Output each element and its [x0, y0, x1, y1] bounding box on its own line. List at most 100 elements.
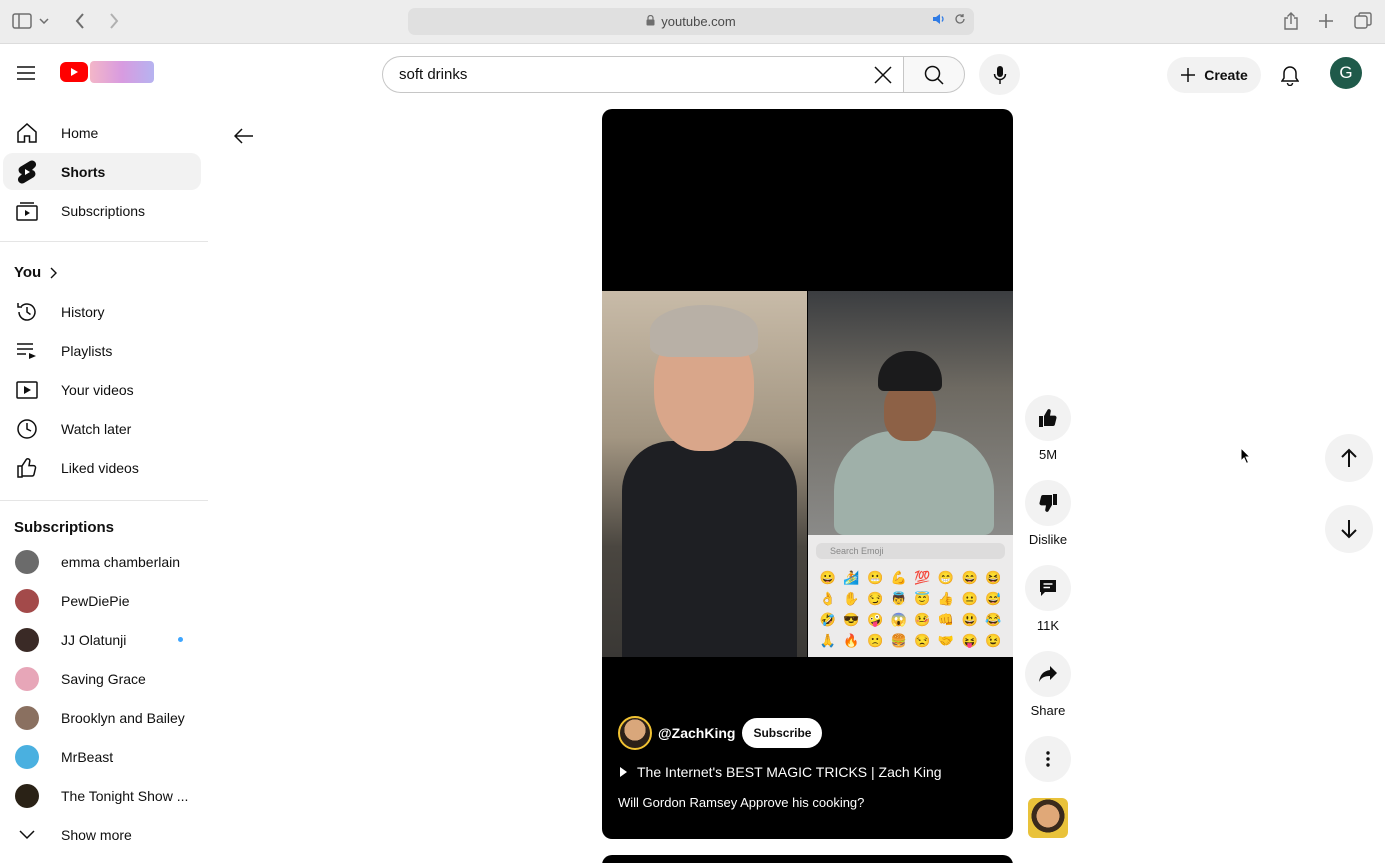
emoji-key: ✋	[843, 591, 860, 606]
voice-search-button[interactable]	[979, 54, 1020, 95]
emoji-key: 😎	[843, 612, 860, 627]
address-bar[interactable]: youtube.com	[408, 8, 974, 35]
dislike-button[interactable]	[1025, 480, 1071, 526]
back-icon[interactable]	[66, 8, 94, 34]
sidebar-item-history[interactable]: History	[3, 293, 201, 330]
more-options-button[interactable]	[1025, 736, 1071, 782]
create-button[interactable]: Create	[1167, 57, 1261, 93]
channel-name[interactable]: @ZachKing	[658, 725, 735, 741]
subscription-label: emma chamberlain	[61, 553, 181, 570]
sidebar-subscription-item[interactable]: MrBeast	[3, 738, 201, 775]
sidebar-subscription-item[interactable]: Saving Grace	[3, 660, 201, 697]
subscribe-button[interactable]: Subscribe	[742, 718, 823, 748]
sidebar-item-watch-later[interactable]: Watch later	[3, 410, 201, 447]
sound-channel-thumbnail[interactable]	[1028, 798, 1068, 838]
sidebar-subscription-item[interactable]: The Tonight Show ...	[3, 777, 201, 814]
sidebar-divider	[0, 241, 208, 242]
account-avatar[interactable]: G	[1330, 57, 1362, 89]
share-label: Share	[1030, 703, 1066, 718]
chevron-down-icon[interactable]	[34, 8, 54, 34]
chevron-down-icon	[15, 823, 39, 847]
share-button[interactable]	[1025, 651, 1071, 697]
channel-avatar[interactable]	[618, 716, 652, 750]
emoji-key: 😂	[985, 612, 1002, 627]
youtube-play-logo-icon	[60, 62, 88, 82]
emoji-key: 😆	[985, 570, 1002, 585]
sidebar-item-subscriptions[interactable]: Subscriptions	[3, 192, 201, 229]
emoji-key: 😐	[961, 591, 978, 606]
dislike-label: Dislike	[1028, 532, 1068, 547]
thumbs-up-icon	[1039, 409, 1057, 427]
emoji-key: 😅	[985, 591, 1002, 606]
show-more-label: Show more	[61, 826, 132, 843]
emoji-key: 😉	[985, 633, 1002, 648]
comment-icon	[1040, 580, 1056, 596]
emoji-key: 😁	[937, 570, 955, 585]
comments-button[interactable]	[1025, 565, 1071, 611]
emoji-key: 🏄	[843, 570, 860, 585]
reload-icon[interactable]	[954, 13, 966, 28]
next-short-button[interactable]	[1325, 505, 1373, 553]
sidebar-item-home[interactable]: Home	[3, 114, 201, 151]
notifications-bell-icon[interactable]	[1272, 57, 1308, 93]
previous-short-button[interactable]	[1325, 434, 1373, 482]
search-icon	[924, 65, 944, 85]
menu-icon[interactable]	[10, 57, 42, 89]
sidebar-item-liked-videos[interactable]: Liked videos	[3, 449, 201, 486]
search-input[interactable]: soft drinks	[382, 56, 904, 93]
channel-row: @ZachKing Subscribe	[618, 716, 823, 750]
sidebar-item-your-videos[interactable]: Your videos	[3, 371, 201, 408]
tabs-overview-icon[interactable]	[1349, 8, 1377, 34]
emoji-key: 😬	[866, 570, 884, 585]
sidebar-subscription-item[interactable]: Brooklyn and Bailey	[3, 699, 201, 736]
plus-icon	[1181, 68, 1196, 82]
back-arrow-icon[interactable]	[232, 124, 256, 148]
new-tab-icon[interactable]	[1312, 8, 1340, 34]
sidebar-item-shorts[interactable]: Shorts	[3, 153, 201, 190]
channel-avatar	[15, 588, 39, 613]
search-button[interactable]	[903, 56, 965, 93]
mouse-cursor-icon	[1240, 446, 1252, 470]
sidebar-subscription-item[interactable]: JJ Olatunji	[3, 621, 201, 658]
playlist-link[interactable]: The Internet's BEST MAGIC TRICKS | Zach …	[620, 764, 942, 780]
you-section-title: You	[14, 264, 42, 281]
youtube-logo[interactable]	[60, 61, 154, 83]
subscription-label: MrBeast	[61, 748, 114, 765]
emoji-key: 💪	[890, 570, 907, 585]
share-icon[interactable]	[1277, 8, 1305, 34]
sidebar-item-label: Your videos	[61, 381, 134, 398]
sidebar-item-label: Playlists	[61, 342, 113, 359]
emoji-key: 😏	[866, 591, 884, 606]
emoji-key: 🤪	[866, 612, 884, 627]
play-triangle-icon	[620, 767, 627, 777]
lock-icon	[646, 14, 655, 29]
channel-avatar	[15, 705, 39, 730]
like-button[interactable]	[1025, 395, 1071, 441]
sidebar-subscription-item[interactable]: emma chamberlain	[3, 543, 201, 580]
emoji-key: 😇	[914, 591, 931, 606]
sidebar-toggle-icon[interactable]	[8, 8, 36, 34]
show-more-button[interactable]: Show more	[3, 816, 201, 853]
you-section-link[interactable]: You	[14, 264, 58, 281]
clear-search-icon[interactable]	[870, 62, 896, 88]
shorts-video-player[interactable]: Search Emoji 😀 🏄 😬 💪 💯 😁 😄 😆 👌 ✋ 😏 👼 😇 👍 😐 😅 🤣 😎 🤪 😱 🤒 👊 😃 😂 🙏 🔥 🙁…	[602, 109, 1013, 839]
doodle-logo	[90, 61, 154, 83]
emoji-key: 🔥	[843, 633, 860, 648]
emoji-key: 👼	[890, 591, 907, 606]
sidebar-item-label: Watch later	[61, 420, 132, 437]
speaker-icon[interactable]	[932, 13, 946, 28]
sidebar-subscription-item[interactable]: PewDiePie	[3, 582, 201, 619]
sidebar-item-playlists[interactable]: Playlists	[3, 332, 201, 369]
video-frame-left	[602, 291, 807, 657]
emoji-key: 🍔	[890, 633, 907, 648]
emoji-key: 🤒	[914, 612, 931, 627]
emoji-key: 🤝	[937, 633, 955, 648]
sidebar-divider	[0, 500, 208, 501]
sidebar: Home Shorts Subscriptions You History Pl…	[0, 112, 212, 863]
sidebar-item-label: Liked videos	[61, 459, 139, 476]
sidebar-item-label: History	[61, 303, 105, 320]
subscription-label: Brooklyn and Bailey	[61, 709, 185, 726]
search-value: soft drinks	[399, 66, 468, 83]
channel-avatar	[15, 627, 39, 652]
forward-icon[interactable]	[100, 8, 128, 34]
